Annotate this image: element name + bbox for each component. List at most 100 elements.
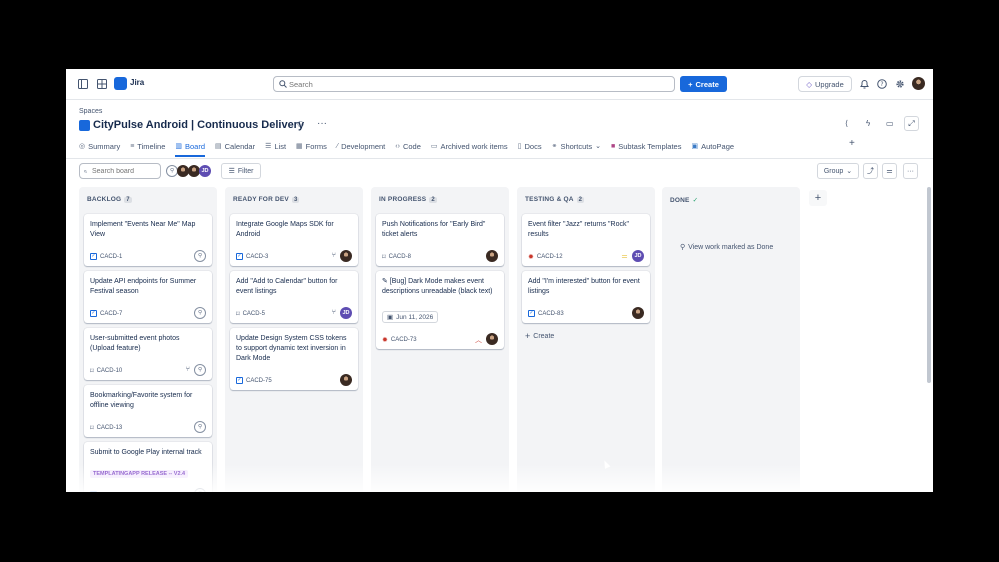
add-column-button[interactable]: +: [809, 190, 827, 206]
filter-button[interactable]: ☰ Filter: [221, 163, 261, 179]
issue-key[interactable]: CACD-10: [97, 368, 123, 374]
issue-card[interactable]: Update API endpoints for Summer Festival…: [84, 271, 212, 323]
search-icon: [84, 169, 87, 173]
issue-card[interactable]: Update Design System CSS tokens to suppo…: [230, 328, 358, 390]
issue-key[interactable]: CACD-7: [100, 311, 122, 317]
tab-calendar[interactable]: ▤ Calendar: [215, 139, 255, 153]
card-footer: ⌑ CACD-5: [236, 310, 265, 318]
bottom-fade: [66, 464, 933, 492]
timeline-icon: ≡: [130, 142, 135, 150]
tab-summary[interactable]: ◎ Summary: [79, 139, 120, 153]
view-settings-icon[interactable]: ⚌: [882, 163, 897, 179]
assignee-avatar[interactable]: ⚲: [194, 307, 206, 319]
issue-key[interactable]: CACD-73: [391, 337, 417, 343]
issue-key[interactable]: CACD-5: [243, 311, 265, 317]
search-input[interactable]: [287, 78, 671, 90]
assignee-avatar[interactable]: [340, 250, 352, 262]
card-footer: ✓ CACD-83: [528, 310, 564, 317]
create-button[interactable]: + Create: [680, 76, 727, 92]
card-title: Implement "Events Near Me" Map View: [90, 221, 196, 238]
fullscreen-icon[interactable]: ⤢: [904, 116, 919, 131]
tab-code[interactable]: ‹› Code: [395, 139, 421, 153]
checkmark-icon: ✓: [692, 197, 699, 204]
tab-shortcuts[interactable]: ⚭ Shortcuts ⌄: [552, 139, 601, 153]
jira-logo-icon[interactable]: [114, 77, 127, 90]
breadcrumb[interactable]: Spaces: [79, 108, 102, 115]
issue-card[interactable]: Integrate Google Maps SDK for Android ✓ CA…: [230, 214, 358, 266]
task-type-icon: ⌑: [90, 368, 94, 375]
user-avatar[interactable]: [912, 77, 925, 90]
assignee-avatar[interactable]: [486, 333, 498, 345]
assignee-avatar[interactable]: [340, 374, 352, 386]
group-dropdown[interactable]: Group ⌄: [817, 163, 859, 179]
column-header[interactable]: BACKLOG 7: [87, 196, 132, 203]
issue-key[interactable]: CACD-13: [97, 425, 123, 431]
tab-forms[interactable]: ▦ Forms: [296, 139, 327, 153]
add-people-icon[interactable]: ⚇: [297, 120, 304, 129]
issue-key[interactable]: CACD-1: [100, 254, 122, 260]
column-header[interactable]: READY FOR DEV 3: [233, 196, 300, 203]
column-header[interactable]: TESTING & QA 2: [525, 196, 585, 203]
issue-key[interactable]: CACD-75: [246, 378, 272, 384]
more-options-icon[interactable]: ···: [317, 118, 327, 129]
tabs-divider: [66, 158, 933, 159]
gear-icon[interactable]: [893, 77, 907, 91]
issue-card[interactable]: Bookmarking/Favorite system for offline …: [84, 385, 212, 437]
view-done-link[interactable]: ⚲ View work marked as Done: [680, 243, 773, 252]
card-title: Add "Add to Calendar" button for event l…: [236, 278, 338, 295]
tab-autopage[interactable]: ▣ AutoPage: [691, 139, 734, 153]
issue-card[interactable]: User-submitted event photos (Upload feat…: [84, 328, 212, 380]
create-label: Create: [695, 79, 719, 89]
issue-card[interactable]: Event filter "Jazz" returns "Rock" resul…: [522, 214, 650, 266]
upgrade-button[interactable]: ◇ Upgrade: [798, 76, 852, 92]
card-footer: ✓ CACD-1: [90, 253, 122, 260]
tab-archived-work-items[interactable]: ▭ Archived work items: [431, 139, 508, 153]
tab-timeline[interactable]: ≡ Timeline: [130, 139, 165, 153]
share-icon[interactable]: ⟨: [845, 119, 848, 128]
more-actions-icon[interactable]: ···: [903, 163, 918, 179]
issue-card[interactable]: Add "I'm interested" button for event li…: [522, 271, 650, 323]
assignee-avatar[interactable]: ⚲: [194, 364, 206, 376]
board-search[interactable]: [79, 163, 161, 179]
issue-key[interactable]: CACD-3: [246, 254, 268, 260]
tab-docs[interactable]: ▯ Docs: [518, 139, 542, 153]
bell-icon[interactable]: [857, 77, 871, 91]
card-footer: ✓ CACD-7: [90, 310, 122, 317]
assignee-avatar[interactable]: [632, 307, 644, 319]
tab-subtask-templates[interactable]: ■ Subtask Templates: [611, 139, 681, 153]
assignee-avatar[interactable]: JD: [340, 307, 352, 319]
chevron-down-icon: ⌄: [846, 168, 853, 175]
avatar-jd[interactable]: JD: [199, 165, 211, 177]
issue-key[interactable]: CACD-83: [538, 311, 564, 317]
apps-grid-icon[interactable]: [95, 77, 109, 91]
tab-list[interactable]: ☰ List: [265, 139, 286, 153]
issue-key[interactable]: CACD-8: [389, 254, 411, 260]
vertical-scrollbar[interactable]: [927, 187, 931, 383]
add-tab-icon[interactable]: +: [849, 138, 855, 149]
column-count: 7: [124, 196, 132, 203]
group-label: Group: [823, 167, 844, 175]
chevron-down-icon[interactable]: ⌄: [595, 142, 601, 150]
insights-icon[interactable]: ⤴: [863, 163, 878, 179]
issue-key[interactable]: CACD-12: [537, 254, 563, 260]
issue-card[interactable]: ✎ [Bug] Dark Mode makes event descriptio…: [376, 271, 504, 349]
create-issue-button[interactable]: + Create: [525, 331, 554, 341]
column-header[interactable]: IN PROGRESS 2: [379, 196, 437, 203]
issue-card[interactable]: Implement "Events Near Me" Map View ✓ CACD…: [84, 214, 212, 266]
automation-icon[interactable]: ϟ: [866, 119, 870, 128]
assignee-avatar[interactable]: [486, 250, 498, 262]
assignee-avatar[interactable]: JD: [632, 250, 644, 262]
tab-board[interactable]: ▥ Board: [175, 139, 205, 157]
issue-card[interactable]: Add "Add to Calendar" button for event l…: [230, 271, 358, 323]
feedback-icon[interactable]: ▭: [886, 119, 894, 128]
assignee-avatar[interactable]: ⚲: [194, 250, 206, 262]
tab-development[interactable]: ⁄ Development: [337, 139, 385, 153]
sidebar-toggle-icon[interactable]: [76, 77, 90, 91]
board-search-input[interactable]: [90, 166, 160, 176]
global-search[interactable]: [273, 76, 675, 92]
app-name[interactable]: Jira: [130, 78, 144, 87]
assignee-avatar[interactable]: ⚲: [194, 421, 206, 433]
help-icon[interactable]: ?: [875, 77, 889, 91]
column-header[interactable]: DONE ✓: [670, 196, 699, 205]
issue-card[interactable]: Push Notifications for "Early Bird" tick…: [376, 214, 504, 266]
